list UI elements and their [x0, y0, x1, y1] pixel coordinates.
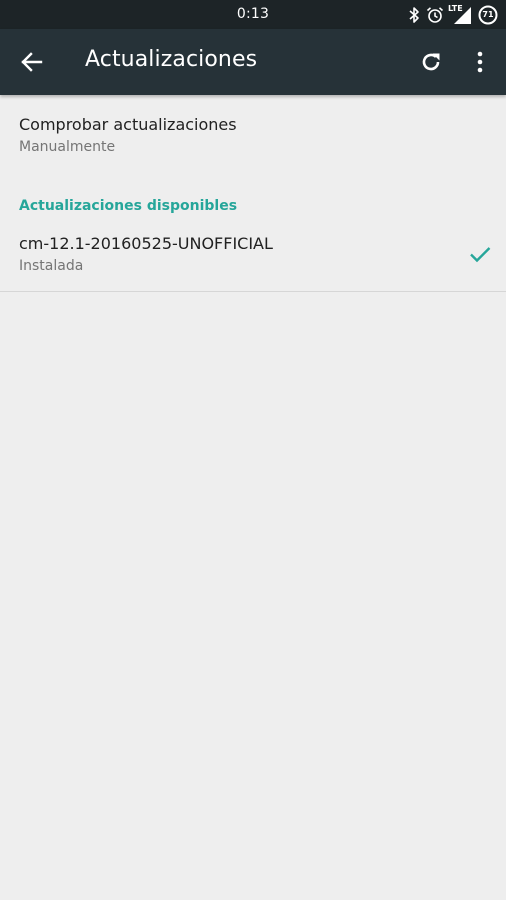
network-type-label: LTE — [448, 4, 463, 13]
update-item[interactable]: cm-12.1-20160525-UNOFFICIAL Instalada — [0, 217, 506, 292]
overflow-menu-icon[interactable] — [472, 50, 488, 74]
update-status: Instalada — [19, 258, 84, 274]
update-name: cm-12.1-20160525-UNOFFICIAL — [19, 234, 273, 253]
alarm-icon — [426, 6, 444, 24]
bluetooth-icon — [408, 6, 420, 24]
status-icons: LTE 71 — [408, 4, 498, 26]
check-updates-summary: Manualmente — [19, 139, 116, 155]
refresh-icon[interactable] — [419, 50, 443, 74]
status-bar: 0:13 LTE 71 — [0, 0, 506, 29]
back-arrow-icon[interactable] — [19, 49, 45, 75]
lte-signal-icon: LTE — [448, 4, 472, 25]
checkmark-icon — [467, 241, 493, 267]
available-updates-header: Actualizaciones disponibles — [19, 198, 238, 214]
preferences-list: Comprobar actualizaciones Manualmente Ac… — [0, 95, 506, 292]
page-title: Actualizaciones — [85, 47, 258, 72]
battery-level: 71 — [482, 10, 494, 19]
app-bar: Actualizaciones — [0, 29, 506, 95]
check-updates-preference[interactable]: Comprobar actualizaciones Manualmente — [0, 95, 506, 167]
battery-icon: 71 — [478, 5, 498, 25]
check-updates-title: Comprobar actualizaciones — [19, 115, 237, 134]
